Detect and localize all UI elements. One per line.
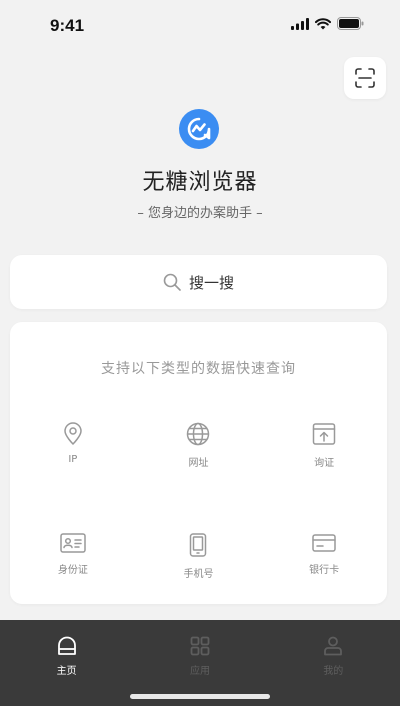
tab-home[interactable]: 主页	[0, 636, 133, 677]
signal-icon	[291, 17, 309, 30]
scan-icon	[355, 68, 375, 88]
query-type-phone[interactable]: 手机号	[136, 533, 262, 580]
location-pin-icon	[64, 422, 82, 446]
home-indicator	[130, 694, 270, 699]
query-type-bank-card[interactable]: 银行卡	[261, 533, 387, 580]
query-type-id-card[interactable]: 身份证	[10, 533, 136, 580]
app-logo	[179, 109, 219, 149]
query-type-label: IP	[68, 454, 78, 465]
query-type-grid: IP 网址 询证 身份证 手机号 银行卡	[10, 422, 387, 580]
search-icon	[163, 273, 181, 291]
tab-apps[interactable]: 应用	[133, 636, 266, 677]
tab-label: 主页	[56, 666, 77, 677]
query-type-url[interactable]: 网址	[136, 422, 262, 469]
search-button[interactable]: 搜一搜	[10, 255, 387, 309]
user-icon	[324, 636, 343, 656]
status-bar: 9:41	[0, 0, 400, 50]
query-heading: 支持以下类型的数据快速查询	[101, 361, 296, 377]
query-type-ip[interactable]: IP	[10, 422, 136, 469]
id-card-icon	[60, 533, 86, 553]
tab-me[interactable]: 我的	[267, 636, 400, 677]
status-time: 9:41	[50, 16, 85, 35]
scan-button[interactable]	[344, 57, 386, 99]
query-type-evidence[interactable]: 询证	[261, 422, 387, 469]
apps-grid-icon	[190, 636, 210, 656]
app-logo-icon	[179, 109, 219, 149]
query-type-label: 手机号	[183, 569, 214, 580]
phone-icon	[190, 533, 207, 557]
globe-icon	[187, 422, 210, 446]
query-type-label: 身份证	[57, 565, 88, 576]
tab-label: 我的	[323, 666, 344, 677]
home-icon	[57, 636, 76, 655]
app-title: 无糖浏览器	[142, 170, 258, 195]
wifi-icon	[315, 17, 331, 29]
tab-label: 应用	[189, 666, 210, 677]
battery-icon	[337, 17, 364, 30]
app-subtitle: – 您身边的办案助手 –	[137, 206, 263, 221]
query-type-label: 询证	[314, 458, 335, 469]
upload-box-icon	[312, 423, 336, 445]
status-icons	[291, 17, 364, 30]
query-type-label: 网址	[188, 458, 209, 469]
bank-card-icon	[312, 534, 336, 552]
query-type-label: 银行卡	[309, 565, 340, 576]
search-label: 搜一搜	[188, 273, 234, 292]
query-types-card: 支持以下类型的数据快速查询 IP 网址 询证 身份证 手机号 银行卡	[10, 322, 387, 604]
